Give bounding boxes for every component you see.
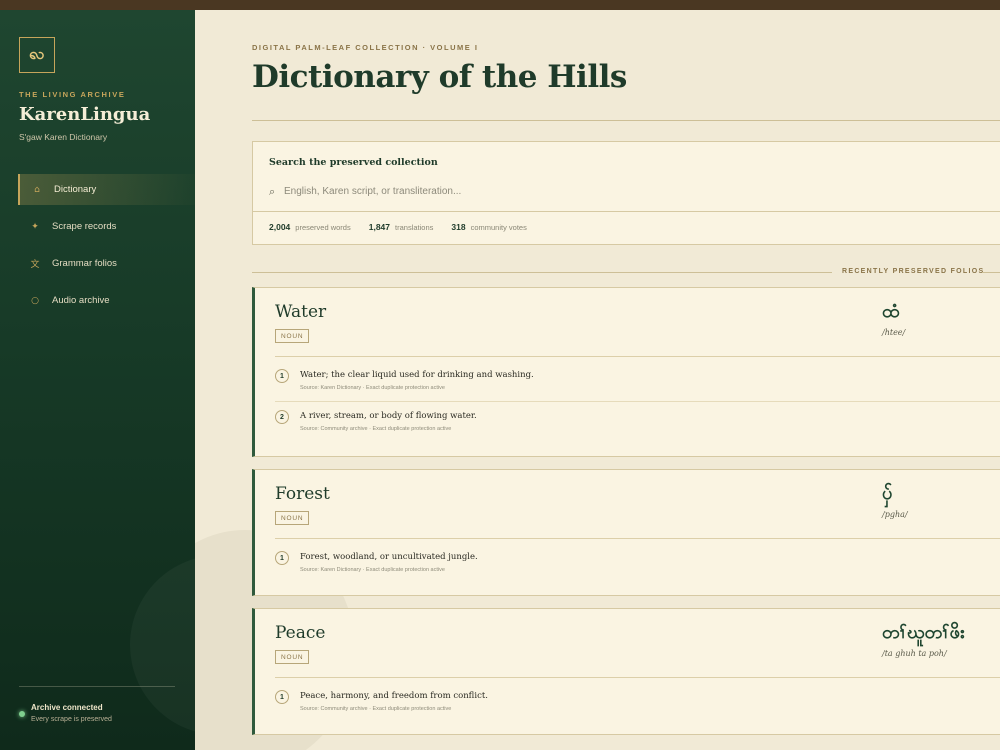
stat-label: community votes (470, 223, 527, 232)
app-logo[interactable]: ꩮ (19, 37, 55, 73)
sense-number: 2 (275, 410, 289, 424)
entry-word: Forest (275, 484, 330, 504)
logo-glyph-icon: ꩮ (29, 44, 45, 63)
sidebar-item-label: Dictionary (54, 184, 97, 195)
sidebar-item-label: Audio archive (52, 295, 110, 306)
transliteration: /pgha/ (882, 510, 908, 519)
dot-icon: ○ (31, 295, 39, 306)
status-dot-icon (19, 711, 25, 717)
sidebar-item-label: Scrape records (52, 221, 117, 232)
sense-source: Source: Community archive · Exact duplic… (300, 706, 452, 712)
sidebar-divider (19, 686, 175, 687)
stat-label: preserved words (295, 223, 351, 232)
entry-list: Water NOUN ထံ /htee/ 1 Water; the clear … (252, 287, 1000, 747)
karen-script: ထံ (882, 301, 900, 322)
stat-label: translations (395, 223, 434, 232)
stat-preserved-words: 2,004 preserved words (269, 222, 351, 232)
entry-divider (275, 356, 1000, 357)
section-divider (982, 272, 1000, 273)
collection-eyebrow: DIGITAL PALM-LEAF COLLECTION · VOLUME I (252, 43, 479, 52)
header-divider (252, 120, 1000, 121)
entry-divider (275, 538, 1000, 539)
entry-card-water[interactable]: Water NOUN ထံ /htee/ 1 Water; the clear … (252, 287, 1000, 457)
transliteration: /htee/ (882, 328, 906, 337)
entry-card-peace[interactable]: Peace NOUN တၢ်ဃူတၢ်ဖိး /ta ghuh ta poh/ … (252, 608, 1000, 735)
part-of-speech-badge: NOUN (275, 511, 310, 525)
search-icon: ⌕ (269, 185, 276, 198)
app-subtitle: S'gaw Karen Dictionary (19, 132, 108, 142)
transliteration: /ta ghuh ta poh/ (882, 649, 947, 658)
sparkle-icon: ✦ (31, 221, 39, 232)
search-title: Search the preserved collection (269, 157, 438, 168)
sense-source: Source: Karen Dictionary · Exact duplica… (300, 567, 445, 573)
sidebar-item-scrape-records[interactable]: ✦ Scrape records (0, 211, 195, 242)
sense-source: Source: Karen Dictionary · Exact duplica… (300, 385, 445, 391)
main-content: DIGITAL PALM-LEAF COLLECTION · VOLUME I … (195, 10, 1000, 750)
search-input[interactable] (284, 182, 984, 200)
sense-number: 1 (275, 690, 289, 704)
status-subtitle: Every scrape is preserved (31, 716, 112, 723)
entry-word: Peace (275, 623, 326, 643)
section-label: RECENTLY PRESERVED FOLIOS (842, 268, 985, 275)
sense-definition: Forest, woodland, or uncultivated jungle… (300, 552, 478, 562)
stat-community-votes: 318 community votes (451, 222, 526, 232)
decorative-circle (130, 555, 195, 735)
entry-divider (275, 677, 1000, 678)
entry-word: Water (275, 302, 327, 322)
sense-number: 1 (275, 369, 289, 383)
stat-value: 318 (451, 222, 466, 232)
sense-definition: Water; the clear liquid used for drinkin… (300, 370, 534, 380)
karen-script: ပှ် (882, 483, 893, 504)
part-of-speech-badge: NOUN (275, 329, 310, 343)
karen-script: တၢ်ဃူတၢ်ဖိး (882, 622, 965, 643)
search-card: Search the preserved collection ⌕ 2,004 … (252, 141, 1000, 245)
sidebar: ꩮ THE LIVING ARCHIVE KarenLingua S'gaw K… (0, 10, 195, 750)
sense-source: Source: Community archive · Exact duplic… (300, 426, 452, 432)
sidebar-item-label: Grammar folios (52, 258, 117, 269)
sidebar-item-dictionary[interactable]: ⌂ Dictionary (18, 174, 195, 205)
sense-definition: Peace, harmony, and freedom from conflic… (300, 691, 488, 701)
page-title: Dictionary of the Hills (252, 59, 627, 95)
sidebar-nav: ⌂ Dictionary ✦ Scrape records 文 Grammar … (0, 174, 195, 322)
app-title: KarenLingua (19, 104, 151, 125)
script-glyph-icon: 文 (30, 260, 40, 270)
status-title: Archive connected (31, 703, 103, 712)
sidebar-item-audio-archive[interactable]: ○ Audio archive (0, 285, 195, 316)
sense-number: 1 (275, 551, 289, 565)
sidebar-item-grammar-folios[interactable]: 文 Grammar folios (0, 248, 195, 279)
sense-definition: A river, stream, or body of flowing wate… (300, 411, 477, 421)
part-of-speech-badge: NOUN (275, 650, 310, 664)
search-divider (253, 211, 1000, 212)
stats-row: 2,004 preserved words 1,847 translations… (269, 222, 545, 232)
stat-value: 1,847 (368, 222, 391, 232)
stat-value: 2,004 (269, 222, 291, 232)
top-border (0, 0, 1000, 10)
sidebar-eyebrow: THE LIVING ARCHIVE (19, 90, 126, 99)
entry-card-forest[interactable]: Forest NOUN ပှ် /pgha/ 1 Forest, woodlan… (252, 469, 1000, 596)
home-icon: ⌂ (34, 184, 40, 195)
section-divider (252, 272, 832, 273)
stat-translations: 1,847 translations (369, 222, 434, 232)
sense-divider (275, 401, 1000, 402)
